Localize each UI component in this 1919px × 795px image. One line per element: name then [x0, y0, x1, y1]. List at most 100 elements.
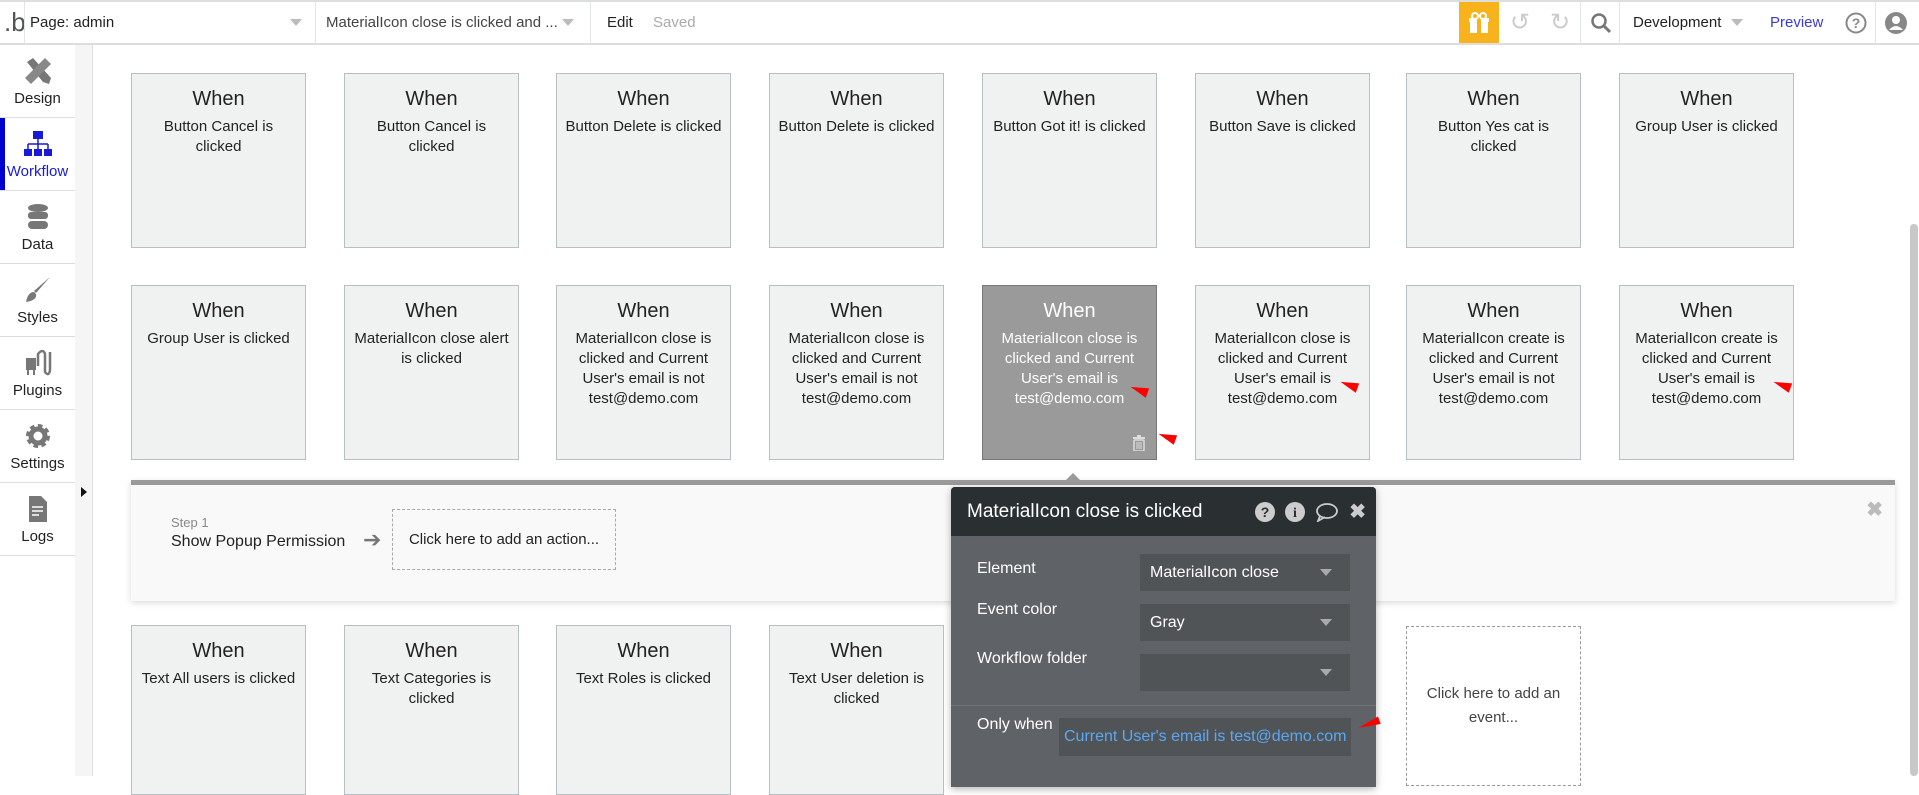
- sidebar: Design Workflow Data Styles Plugins Sett…: [0, 45, 75, 776]
- help-icon[interactable]: ?: [1845, 2, 1867, 43]
- sidebar-item-label: Workflow: [6, 162, 69, 180]
- sidebar-item-settings[interactable]: Settings: [0, 410, 75, 483]
- bubble-logo[interactable]: .b: [4, 2, 26, 43]
- sidebar-item-workflow[interactable]: Workflow: [0, 118, 75, 191]
- scrollbar[interactable]: [1910, 224, 1918, 776]
- close-icon[interactable]: ✖: [1349, 499, 1366, 524]
- event-card[interactable]: When MaterialIcon close is clicked and Cu…: [982, 285, 1157, 460]
- redo-icon[interactable]: ↻: [1550, 2, 1570, 43]
- page-selector[interactable]: Page: admin: [30, 2, 310, 43]
- add-action-button[interactable]: Click here to add an action...: [392, 509, 616, 570]
- event-card[interactable]: When MaterialIcon close is clicked and Cu…: [556, 285, 731, 460]
- environment-selector[interactable]: Development: [1633, 2, 1744, 43]
- edit-button[interactable]: Edit: [607, 2, 633, 43]
- event-card[interactable]: When MaterialIcon close alert is clicked: [344, 285, 519, 460]
- sidebar-item-styles[interactable]: Styles: [0, 264, 75, 337]
- top-bar: .b Page: admin MaterialIcon close is cli…: [0, 0, 1919, 45]
- event-card[interactable]: When Text All users is clicked: [131, 625, 306, 795]
- event-card[interactable]: When Text User deletion is clicked: [769, 625, 944, 795]
- element-dropdown[interactable]: MaterialIcon close: [1140, 554, 1350, 591]
- sidebar-gutter: [75, 45, 93, 776]
- event-when: When: [617, 300, 670, 322]
- event-trigger: MaterialIcon create is clicked and Curre…: [1635, 330, 1778, 407]
- event-trigger: Button Cancel is clicked: [376, 118, 487, 155]
- event-card[interactable]: When Button Got it! is clicked: [982, 73, 1157, 248]
- gift-icon: [1469, 11, 1489, 33]
- event-card[interactable]: When Button Save is clicked: [1195, 73, 1370, 248]
- event-card[interactable]: When MaterialIcon close is clicked and Cu…: [769, 285, 944, 460]
- event-card[interactable]: When Button Delete is clicked: [769, 73, 944, 248]
- event-card[interactable]: When Button Cancel is clicked: [131, 73, 306, 248]
- chevron-down-icon: [1731, 19, 1744, 26]
- event-when: When: [1680, 300, 1733, 322]
- event-when: When: [830, 300, 883, 322]
- event-trigger: Button Delete is clicked: [565, 118, 722, 135]
- workflow-icon: [23, 130, 52, 156]
- sidebar-item-label: Logs: [21, 527, 54, 545]
- event-color-label: Event color: [977, 601, 1058, 618]
- event-when: When: [192, 640, 245, 662]
- event-trigger: Text Roles is clicked: [575, 670, 712, 687]
- page-label: Page: admin: [30, 14, 115, 31]
- event-color-dropdown[interactable]: Gray: [1140, 604, 1350, 641]
- help-icon[interactable]: ?: [1255, 501, 1276, 522]
- gear-icon: [25, 423, 50, 448]
- event-card[interactable]: When MaterialIcon create is clicked and C…: [1619, 285, 1794, 460]
- sidebar-item-label: Design: [14, 89, 61, 107]
- trash-icon[interactable]: [1132, 435, 1146, 451]
- event-trigger: Text User deletion is clicked: [788, 670, 925, 707]
- sidebar-item-design[interactable]: Design: [0, 45, 75, 118]
- event-trigger: Button Save is clicked: [1209, 118, 1356, 135]
- workflow-folder-dropdown[interactable]: [1140, 654, 1350, 691]
- sidebar-item-logs[interactable]: Logs: [0, 483, 75, 556]
- event-trigger: MaterialIcon create is clicked and Curre…: [1422, 330, 1565, 407]
- popup-title: MaterialIcon close is clicked: [967, 500, 1203, 522]
- only-when-condition[interactable]: Current User's email is test@demo.com: [1059, 718, 1351, 756]
- saved-status: Saved: [653, 14, 696, 31]
- event-card[interactable]: When Button Cancel is clicked: [344, 73, 519, 248]
- close-icon[interactable]: ✖: [1866, 497, 1883, 522]
- event-card[interactable]: When Button Delete is clicked: [556, 73, 731, 248]
- event-card[interactable]: When MaterialIcon close is clicked and Cu…: [1195, 285, 1370, 460]
- divider: [951, 705, 1376, 706]
- event-trigger: MaterialIcon close is clicked and Curren…: [1214, 330, 1351, 407]
- event-when: When: [405, 88, 458, 110]
- event-trigger: Button Delete is clicked: [778, 118, 935, 135]
- arrow-right-icon: ➔: [363, 527, 382, 552]
- expand-arrow-icon[interactable]: [81, 487, 87, 497]
- event-trigger: Text Categories is clicked: [371, 670, 492, 707]
- workflow-selector[interactable]: MaterialIcon close is clicked and ...: [326, 2, 586, 43]
- event-trigger: MaterialIcon close is clicked and Curren…: [1001, 330, 1138, 407]
- gift-button[interactable]: [1459, 2, 1499, 43]
- workflow-label: MaterialIcon close is clicked and ...: [326, 14, 558, 31]
- sidebar-item-label: Plugins: [12, 381, 63, 399]
- step-action[interactable]: Show Popup Permission: [171, 533, 345, 551]
- event-card[interactable]: When Group User is clicked: [131, 285, 306, 460]
- chevron-down-icon: [1320, 669, 1332, 676]
- event-when: When: [1043, 88, 1096, 110]
- svg-text:i: i: [1293, 506, 1297, 521]
- preview-link[interactable]: Preview: [1770, 2, 1823, 43]
- svg-text:?: ?: [1261, 504, 1270, 520]
- event-card[interactable]: When Text Roles is clicked: [556, 625, 731, 795]
- element-label: Element: [977, 560, 1036, 577]
- event-card[interactable]: When Button Yes cat is clicked: [1406, 73, 1581, 248]
- event-card[interactable]: When Text Categories is clicked: [344, 625, 519, 795]
- info-icon[interactable]: i: [1285, 501, 1306, 522]
- event-when: When: [617, 88, 670, 110]
- add-event-button[interactable]: Click here to add an event...: [1406, 626, 1581, 786]
- selection-pointer: [1064, 473, 1082, 482]
- event-property-editor: MaterialIcon close is clicked ? i ✖ Elem…: [951, 487, 1376, 787]
- environment-label: Development: [1633, 14, 1722, 31]
- sidebar-item-plugins[interactable]: Plugins: [0, 337, 75, 410]
- search-icon[interactable]: [1590, 2, 1612, 43]
- workflow-folder-label: Workflow folder: [977, 650, 1087, 667]
- sidebar-item-data[interactable]: Data: [0, 191, 75, 264]
- event-card[interactable]: When Group User is clicked: [1619, 73, 1794, 248]
- comment-icon[interactable]: [1315, 502, 1339, 522]
- event-when: When: [617, 640, 670, 662]
- sidebar-item-label: Data: [21, 235, 54, 253]
- user-avatar-icon[interactable]: [1885, 2, 1907, 43]
- event-card[interactable]: When MaterialIcon create is clicked and C…: [1406, 285, 1581, 460]
- undo-icon[interactable]: ↺: [1510, 2, 1530, 43]
